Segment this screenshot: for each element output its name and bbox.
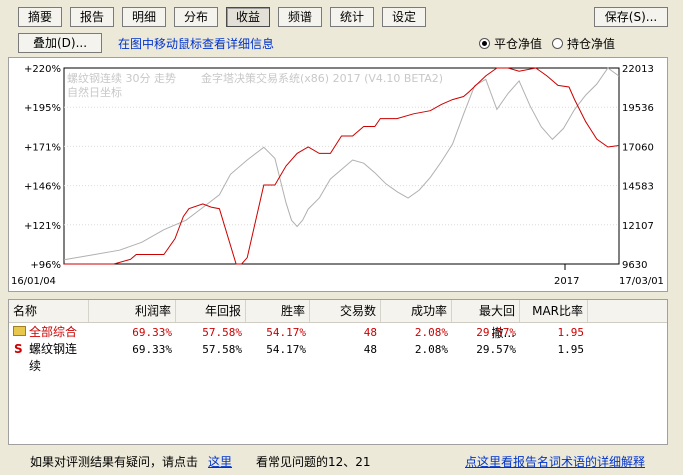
table-row[interactable]: S 螺纹钢连续 69.33% 57.58% 54.17% 48 2.08% 29… (9, 341, 667, 373)
col-trades[interactable]: 交易数 (310, 300, 381, 322)
row-mar-ratio: 1.95 (557, 343, 585, 356)
table-row[interactable]: 全部综合 69.33% 57.58% 54.17% 48 2.08% 29.57… (9, 324, 667, 341)
right-axis-label: 9630 (622, 260, 647, 271)
tab-statistics[interactable]: 统计 (330, 7, 374, 27)
row-max-drawdown: 29.57% (476, 326, 516, 339)
tab-detail[interactable]: 明细 (122, 7, 166, 27)
footer-faq-text: 看常见问题的12、21 (256, 455, 371, 469)
row-name: 全部综合 (29, 325, 78, 339)
row-success-rate: 2.08% (414, 326, 448, 339)
col-mar-ratio[interactable]: MAR比率 (520, 300, 588, 322)
footer-glossary-link[interactable]: 点这里看报告名词术语的详细解释 (465, 453, 645, 470)
right-axis-label: 22013 (622, 64, 654, 75)
row-trades: 48 (363, 343, 377, 356)
tab-report[interactable]: 报告 (70, 7, 114, 27)
left-axis-label: +171% (24, 142, 61, 153)
row-win-rate: 54.17% (266, 343, 306, 356)
plot-area (63, 67, 620, 265)
tab-settings[interactable]: 设定 (382, 7, 426, 27)
x-end-label: 17/03/01 (619, 276, 664, 287)
x-mid-label: 2017 (554, 276, 579, 287)
row-annual-return: 57.58% (202, 343, 242, 356)
row-win-rate: 54.17% (266, 326, 306, 339)
row-max-drawdown: 29.57% (476, 343, 516, 356)
left-axis-label: +96% (30, 260, 61, 271)
row-annual-return: 57.58% (202, 326, 242, 339)
row-profit-rate: 69.33% (132, 343, 172, 356)
footer: 如果对评测结果有疑问，请点击 这里 看常见问题的12、21 点这里看报告名词术语… (0, 447, 683, 475)
right-axis-label: 17060 (622, 142, 654, 153)
col-win-rate[interactable]: 胜率 (246, 300, 310, 322)
right-axis-label: 14583 (622, 182, 654, 193)
right-axis-label: 12107 (622, 221, 654, 232)
returns-chart[interactable]: 螺纹钢连续 30分 走势 金字塔决策交易系统(x86) 2017 (V4.10 … (8, 57, 668, 292)
row-success-rate: 2.08% (414, 343, 448, 356)
x-start-label: 16/01/04 (11, 276, 56, 287)
tab-summary[interactable]: 摘要 (18, 7, 62, 27)
row-name: 螺纹钢连续 (29, 342, 78, 373)
radio-flat-label: 平仓净值 (494, 37, 543, 51)
left-axis-label: +146% (24, 182, 61, 193)
col-name[interactable]: 名称 (9, 300, 89, 322)
table-header: 名称 利润率 年回报 胜率 交易数 成功率 最大回撤... MAR比率 (9, 300, 667, 340)
tab-distribution[interactable]: 分布 (174, 7, 218, 27)
row-mar-ratio: 1.95 (557, 326, 585, 339)
tab-spectrum[interactable]: 频谱 (278, 7, 322, 27)
row-trades: 48 (363, 326, 377, 339)
radio-hold-equity[interactable]: 持仓净值 (552, 35, 615, 52)
footer-question-text: 如果对评测结果有疑问，请点击 (30, 455, 199, 469)
row-profit-rate: 69.33% (132, 326, 172, 339)
results-table: 名称 利润率 年回报 胜率 交易数 成功率 最大回撤... MAR比率 全部综合… (8, 299, 668, 445)
radio-flat-dot[interactable] (479, 38, 490, 49)
radio-hold-dot[interactable] (552, 38, 563, 49)
footer-here-link[interactable]: 这里 (208, 453, 232, 470)
left-axis-label: +121% (24, 221, 61, 232)
left-axis-label: +195% (24, 103, 61, 114)
chart-overlay-title: 螺纹钢连续 30分 走势 (67, 71, 176, 85)
chart-overlay-axis-mode: 自然日坐标 (67, 85, 122, 99)
left-axis-label: +220% (24, 64, 61, 75)
overlay-button[interactable]: 叠加(D)... (18, 33, 102, 53)
right-axis-label: 19536 (622, 103, 654, 114)
save-button[interactable]: 保存(S)... (594, 7, 668, 27)
hint-link[interactable]: 在图中移动鼠标查看详细信息 (118, 35, 274, 52)
radio-hold-label: 持仓净值 (567, 37, 616, 51)
col-annual-return[interactable]: 年回报 (176, 300, 246, 322)
radio-flat-equity[interactable]: 平仓净值 (479, 35, 542, 52)
chart-overlay-system: 金字塔决策交易系统(x86) 2017 (V4.10 BETA2) (201, 71, 443, 85)
col-profit-rate[interactable]: 利润率 (89, 300, 176, 322)
col-max-drawdown[interactable]: 最大回撤... (452, 300, 520, 340)
tab-returns[interactable]: 收益 (226, 7, 270, 27)
col-success-rate[interactable]: 成功率 (381, 300, 452, 322)
returns-chart-svg: 螺纹钢连续 30分 走势 金字塔决策交易系统(x86) 2017 (V4.10 … (11, 64, 664, 287)
